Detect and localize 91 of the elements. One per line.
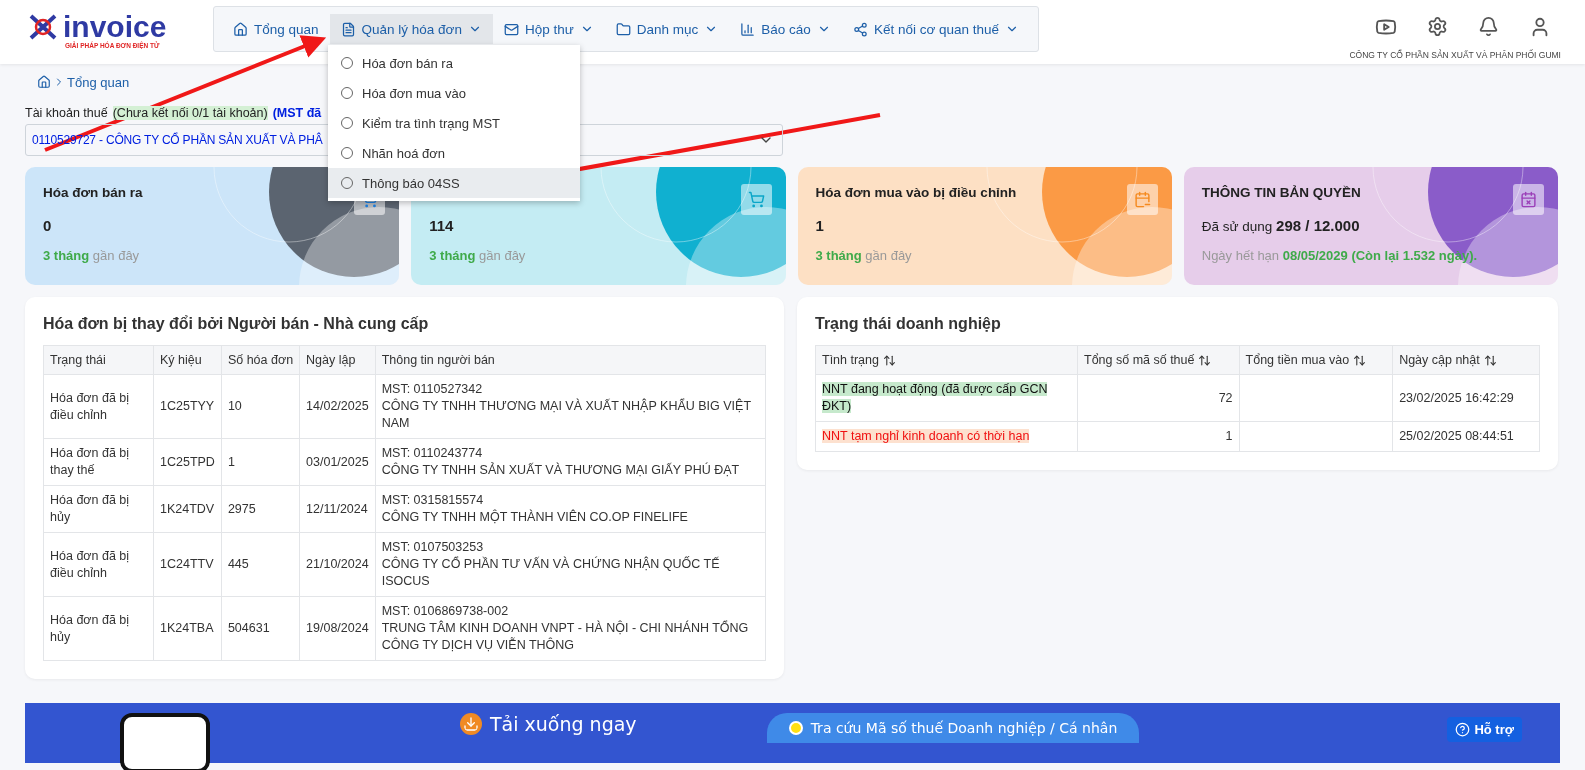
- download-link[interactable]: Tải xuống ngay: [460, 713, 637, 735]
- table-cell: Hóa đơn đã bị thay thế: [43, 438, 154, 486]
- card-value: 114: [429, 217, 455, 234]
- menu-item[interactable]: Kiểm tra tình trạng MST: [328, 108, 580, 138]
- nav-item[interactable]: Quản lý hóa đơn: [329, 14, 493, 44]
- table-cell: MST: 0107503253 CÔNG TY CỔ PHẦN TƯ VẤN VÀ CHỨNG NHẬN QUỐC TẾ ISOCUS: [375, 532, 766, 597]
- tax-lookup-link[interactable]: Tra cứu Mã số thuế Doanh nghiệp / Cá nhân: [766, 713, 1140, 743]
- column-header[interactable]: Tổng số mã số thuế: [1077, 345, 1240, 375]
- table-cell: MST: 0315815574 CÔNG TY TNHH MỘT THÀNH VIÊN CO.OP FINELIFE: [375, 485, 766, 533]
- table-cell: 504631: [221, 596, 300, 661]
- table-cell: 1C25TYY: [153, 374, 222, 439]
- breadcrumb-link[interactable]: Tổng quan: [67, 74, 130, 90]
- column-header: Ký hiệu: [153, 345, 222, 375]
- card-value: 0: [43, 217, 53, 234]
- table-cell: NNT tạm nghỉ kinh doanh có thời hạn: [815, 421, 1078, 452]
- table-cell: 03/01/2025: [299, 438, 376, 486]
- table-cell: Hóa đơn đã bị điều chỉnh: [43, 532, 154, 597]
- menu-item[interactable]: Nhãn hoá đơn: [328, 138, 580, 168]
- column-header[interactable]: Tình trạng: [815, 345, 1078, 375]
- card-footer: 3 tháng gần đây: [429, 248, 768, 263]
- nav-item[interactable]: Báo cáo: [729, 14, 842, 44]
- table-cell: 12/11/2024: [299, 485, 376, 533]
- card-icon: [740, 184, 772, 215]
- table-cell: 1K24TDV: [153, 485, 222, 533]
- column-header[interactable]: Ngày cập nhật: [1392, 345, 1540, 375]
- column-header: Trạng thái: [43, 345, 154, 375]
- nav-icon: [852, 21, 868, 37]
- help-button[interactable]: Hỗ trợ: [1447, 717, 1522, 742]
- card-value: 1: [815, 217, 825, 234]
- mst-note: (MST đã: [272, 106, 322, 120]
- nav-icon: [615, 21, 631, 37]
- table-cell: NNT đang hoạt động (đã được cấp GCN ĐKT): [815, 374, 1078, 422]
- nav-icon: [233, 21, 248, 37]
- nav-icon: [740, 21, 756, 37]
- table-cell: 1: [221, 438, 300, 486]
- card-title: THÔNG TIN BẢN QUYỀN: [1201, 185, 1362, 202]
- card-icon: [1513, 184, 1544, 215]
- table-cell: 1: [1077, 421, 1240, 452]
- panel-title: Trạng thái doanh nghiệp: [815, 315, 1002, 333]
- menu-item[interactable]: Hóa đơn mua vào: [328, 78, 580, 108]
- nav-item[interactable]: Danh mục: [604, 14, 730, 44]
- card-footer: Ngày hết hạn 08/05/2029 (Còn lại 1.532 ngày).: [1201, 248, 1540, 263]
- table-cell: 2975: [221, 485, 300, 533]
- table-cell: 21/10/2024: [299, 532, 376, 597]
- card-title: Hóa đơn mua vào bị điều chỉnh: [815, 185, 1018, 202]
- card-value: Đã sử dụng 298 / 12.000: [1201, 217, 1361, 234]
- column-header: Số hóa đơn: [221, 345, 300, 375]
- home-icon[interactable]: [37, 75, 51, 89]
- table-cell: MST: 0110527342 CÔNG TY TNHH THƯƠNG MẠI VÀ XUẤT NHẬP KHẨU BIG VIỆT NAM: [375, 374, 766, 439]
- nav-item[interactable]: Kết nối cơ quan thuế: [841, 14, 1031, 44]
- nav-icon: [504, 21, 519, 37]
- download-icon: [460, 713, 482, 735]
- sort-icon: [883, 353, 896, 367]
- column-header: Thông tin người bán: [375, 345, 766, 375]
- card-title: Hóa đơn bán ra: [43, 185, 144, 202]
- table-cell: 445: [221, 532, 300, 597]
- sort-icon: [1353, 353, 1367, 367]
- table-cell: Hóa đơn đã bị hủy: [43, 485, 154, 533]
- company-name: CÔNG TY CỔ PHẦN SẢN XUẤT VÀ PHÂN PHỐI GUMI: [1349, 50, 1561, 60]
- table-cell: Hóa đơn đã bị hủy: [43, 596, 154, 661]
- nav-item[interactable]: Hộp thư: [493, 14, 605, 44]
- table-cell: MST: 0106869738-002 TRUNG TÂM KINH DOANH VNPT - HÀ NỘI - CHI NHÁNH TỔNG CÔNG TY DỊCH VỤ VIỄN THÔNG: [375, 596, 766, 661]
- table-cell: 25/02/2025 08:44:51: [1392, 421, 1540, 452]
- tax-account-label: Tài khoản thuế: [25, 106, 108, 120]
- table-cell: 1C24TTV: [153, 532, 222, 597]
- table-cell: 10: [221, 374, 300, 439]
- card-icon: [1126, 184, 1158, 215]
- sort-icon: [1483, 353, 1497, 367]
- card-footer: 3 tháng gần đây: [43, 248, 382, 263]
- table-cell: 1C25TPD: [153, 438, 222, 486]
- table-cell: 72: [1077, 374, 1240, 422]
- settings-icon[interactable]: [1427, 16, 1448, 37]
- table-cell: 1K24TBA: [153, 596, 222, 661]
- column-header: Ngày lập: [299, 345, 376, 375]
- nav-item[interactable]: Tổng quan: [222, 14, 330, 44]
- nav-icon: [340, 21, 356, 37]
- panel-title: Hóa đơn bị thay đổi bởi Người bán - Nhà cung cấp: [43, 315, 430, 333]
- logo-text: invoice: [63, 13, 167, 41]
- column-header[interactable]: Tổng tiền mua vào: [1239, 345, 1393, 375]
- bell-icon[interactable]: [1478, 16, 1499, 37]
- menu-item[interactable]: Hóa đơn bán ra: [328, 48, 580, 78]
- table-cell: 14/02/2025: [299, 374, 376, 439]
- card-footer: 3 tháng gần đây: [815, 248, 1154, 263]
- table-cell: Hóa đơn đã bị điều chỉnh: [43, 374, 154, 439]
- table-cell: MST: 0110243774 CÔNG TY TNHH SẢN XUẤT VÀ THƯƠNG MẠI GIẤY PHÚ ĐẠT: [375, 438, 766, 486]
- help-icon: [1455, 722, 1471, 737]
- table-cell: 23/02/2025 16:42:29: [1392, 374, 1540, 422]
- connection-status: (Chưa kết nối 0/1 tài khoản): [112, 106, 268, 120]
- menu-item[interactable]: Thông báo 04SS: [328, 168, 580, 198]
- sort-icon: [1198, 353, 1212, 367]
- table-cell: 19/08/2024: [299, 596, 376, 661]
